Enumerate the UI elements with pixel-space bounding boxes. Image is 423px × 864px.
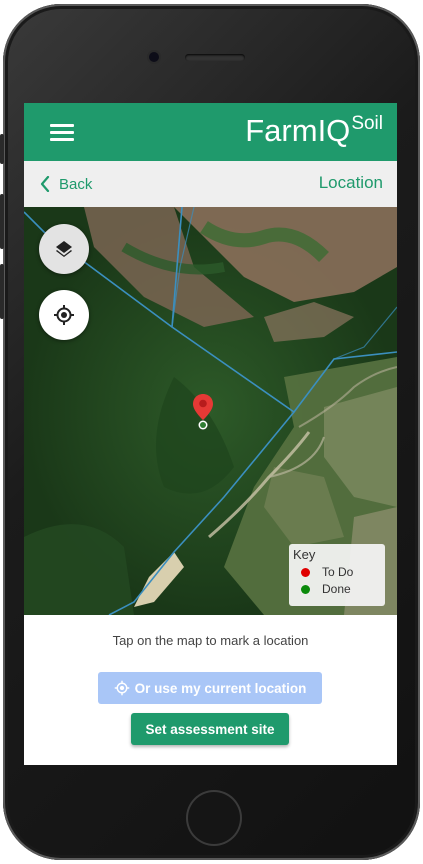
crosshair-icon <box>54 305 74 325</box>
my-location-button[interactable] <box>39 290 89 340</box>
key-label-todo: To Do <box>322 565 354 579</box>
app-header: FarmIQSoil <box>24 103 397 161</box>
layers-button[interactable] <box>39 224 89 274</box>
back-button[interactable]: Back <box>40 173 92 195</box>
volume-up-button <box>0 194 4 249</box>
use-current-location-button[interactable]: Or use my current location <box>98 672 322 704</box>
key-label-done: Done <box>322 582 351 596</box>
brand-logo: FarmIQSoil <box>245 109 383 158</box>
map-pin-icon[interactable] <box>192 393 214 433</box>
done-dot-icon <box>301 584 310 594</box>
map-instruction: Tap on the map to mark a location <box>112 633 309 648</box>
volume-down-button <box>0 264 4 319</box>
chevron-left-icon <box>40 176 50 192</box>
current-location-label: Or use my current location <box>134 680 307 696</box>
earpiece-speaker <box>185 54 245 61</box>
map-key: Key To Do Done <box>289 544 385 606</box>
bottom-panel: Tap on the map to mark a location Or use… <box>24 615 397 765</box>
brand-superscript: Soil <box>351 113 383 134</box>
back-label: Back <box>59 175 93 193</box>
front-camera <box>149 52 159 62</box>
key-title: Key <box>293 547 316 562</box>
layers-icon <box>56 241 72 257</box>
page-title: Location <box>318 173 383 192</box>
app-screen: FarmIQSoil Back Location Key To Do Done … <box>24 103 397 765</box>
home-button[interactable] <box>186 790 242 846</box>
brand-main: FarmIQ <box>245 113 351 148</box>
satellite-map[interactable]: Key To Do Done <box>24 207 397 615</box>
gps-icon <box>114 680 129 696</box>
navigation-bar: Back Location <box>24 161 397 207</box>
mute-switch <box>0 134 4 164</box>
set-assessment-site-button[interactable]: Set assessment site <box>131 713 289 745</box>
todo-dot-icon <box>301 567 310 577</box>
key-row-todo: To Do <box>301 564 353 580</box>
key-row-done: Done <box>301 581 351 597</box>
hamburger-icon[interactable] <box>50 124 74 141</box>
